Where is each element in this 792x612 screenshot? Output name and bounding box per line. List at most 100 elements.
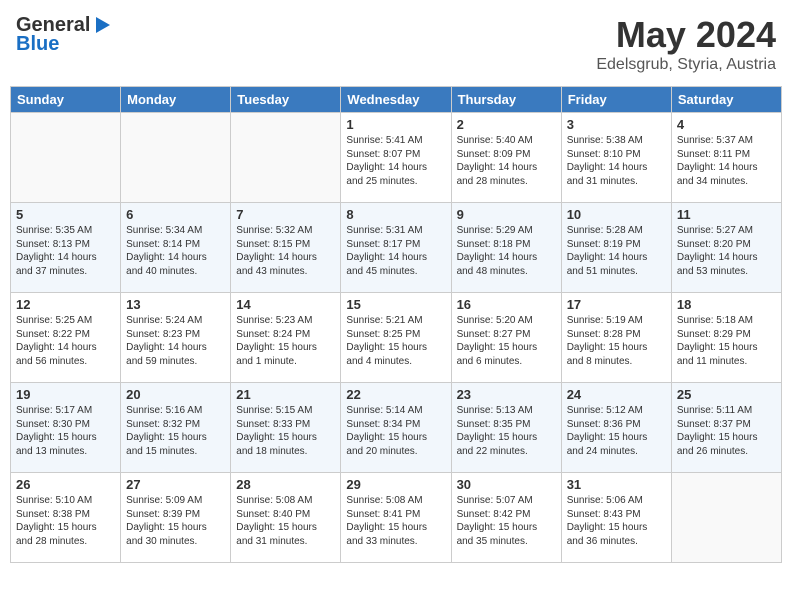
calendar-cell: 24 Sunrise: 5:12 AM Sunset: 8:36 PM Dayli… [561,383,671,473]
day-info: Sunrise: 5:28 AM Sunset: 8:19 PM Dayligh… [567,224,666,278]
calendar-cell: 11 Sunrise: 5:27 AM Sunset: 8:20 PM Dayli… [671,203,781,293]
day-number: 12 [16,297,115,312]
calendar-cell: 18 Sunrise: 5:18 AM Sunset: 8:29 PM Dayli… [671,293,781,383]
day-info: Sunrise: 5:37 AM Sunset: 8:11 PM Dayligh… [677,134,776,188]
day-number: 20 [126,387,225,402]
day-number: 25 [677,387,776,402]
day-info: Sunrise: 5:20 AM Sunset: 8:27 PM Dayligh… [457,314,556,368]
day-number: 5 [16,207,115,222]
logo-icon [92,15,114,37]
day-info: Sunrise: 5:32 AM Sunset: 8:15 PM Dayligh… [236,224,335,278]
calendar-week-1: 1 Sunrise: 5:41 AM Sunset: 8:07 PM Daylig… [11,113,782,203]
day-number: 31 [567,477,666,492]
calendar-cell: 26 Sunrise: 5:10 AM Sunset: 8:38 PM Dayli… [11,473,121,563]
day-info: Sunrise: 5:12 AM Sunset: 8:36 PM Dayligh… [567,404,666,458]
day-number: 4 [677,117,776,132]
calendar-table: SundayMondayTuesdayWednesdayThursdayFrid… [10,86,782,563]
day-info: Sunrise: 5:17 AM Sunset: 8:30 PM Dayligh… [16,404,115,458]
calendar-cell: 20 Sunrise: 5:16 AM Sunset: 8:32 PM Dayli… [121,383,231,473]
day-number: 26 [16,477,115,492]
calendar-cell: 21 Sunrise: 5:15 AM Sunset: 8:33 PM Dayli… [231,383,341,473]
day-info: Sunrise: 5:35 AM Sunset: 8:13 PM Dayligh… [16,224,115,278]
day-info: Sunrise: 5:29 AM Sunset: 8:18 PM Dayligh… [457,224,556,278]
day-number: 13 [126,297,225,312]
day-info: Sunrise: 5:15 AM Sunset: 8:33 PM Dayligh… [236,404,335,458]
day-number: 30 [457,477,556,492]
day-info: Sunrise: 5:06 AM Sunset: 8:43 PM Dayligh… [567,494,666,548]
logo-blue: Blue [16,33,59,56]
day-number: 17 [567,297,666,312]
calendar-cell: 6 Sunrise: 5:34 AM Sunset: 8:14 PM Daylig… [121,203,231,293]
logo: General Blue [16,14,114,56]
day-number: 1 [346,117,445,132]
day-info: Sunrise: 5:08 AM Sunset: 8:41 PM Dayligh… [346,494,445,548]
day-header-monday: Monday [121,87,231,113]
day-number: 6 [126,207,225,222]
page-header: General Blue May 2024 Edelsgrub, Styria,… [10,10,782,78]
calendar-cell: 15Sunrise: 5:21 AM Sunset: 8:25 PM Dayli… [341,293,451,383]
day-info: Sunrise: 5:24 AM Sunset: 8:23 PM Dayligh… [126,314,225,368]
calendar-cell: 2Sunrise: 5:40 AM Sunset: 8:09 PM Daylig… [451,113,561,203]
calendar-cell: 22 Sunrise: 5:14 AM Sunset: 8:34 PM Dayli… [341,383,451,473]
day-info: Sunrise: 5:41 AM Sunset: 8:07 PM Dayligh… [346,134,445,188]
day-number: 18 [677,297,776,312]
calendar-cell [231,113,341,203]
day-info: Sunrise: 5:07 AM Sunset: 8:42 PM Dayligh… [457,494,556,548]
day-info: Sunrise: 5:21 AM Sunset: 8:25 PM Dayligh… [346,314,445,368]
day-info: Sunrise: 5:11 AM Sunset: 8:37 PM Dayligh… [677,404,776,458]
calendar-week-3: 12 Sunrise: 5:25 AM Sunset: 8:22 PM Dayli… [11,293,782,383]
day-header-sunday: Sunday [11,87,121,113]
calendar-cell: 1 Sunrise: 5:41 AM Sunset: 8:07 PM Daylig… [341,113,451,203]
title-block: May 2024 Edelsgrub, Styria, Austria [596,14,776,74]
day-info: Sunrise: 5:25 AM Sunset: 8:22 PM Dayligh… [16,314,115,368]
day-number: 11 [677,207,776,222]
calendar-cell: 31 Sunrise: 5:06 AM Sunset: 8:43 PM Dayli… [561,473,671,563]
calendar-cell [671,473,781,563]
day-number: 19 [16,387,115,402]
calendar-cell: 29Sunrise: 5:08 AM Sunset: 8:41 PM Dayli… [341,473,451,563]
day-info: Sunrise: 5:10 AM Sunset: 8:38 PM Dayligh… [16,494,115,548]
calendar-week-2: 5 Sunrise: 5:35 AM Sunset: 8:13 PM Daylig… [11,203,782,293]
calendar-cell: 8Sunrise: 5:31 AM Sunset: 8:17 PM Daylig… [341,203,451,293]
day-header-saturday: Saturday [671,87,781,113]
day-number: 23 [457,387,556,402]
day-info: Sunrise: 5:38 AM Sunset: 8:10 PM Dayligh… [567,134,666,188]
day-info: Sunrise: 5:09 AM Sunset: 8:39 PM Dayligh… [126,494,225,548]
day-number: 10 [567,207,666,222]
day-number: 28 [236,477,335,492]
day-number: 3 [567,117,666,132]
day-info: Sunrise: 5:27 AM Sunset: 8:20 PM Dayligh… [677,224,776,278]
day-info: Sunrise: 5:19 AM Sunset: 8:28 PM Dayligh… [567,314,666,368]
calendar-cell: 12 Sunrise: 5:25 AM Sunset: 8:22 PM Dayli… [11,293,121,383]
day-number: 16 [457,297,556,312]
calendar-cell: 3 Sunrise: 5:38 AM Sunset: 8:10 PM Daylig… [561,113,671,203]
calendar-title: May 2024 [596,14,776,56]
day-number: 14 [236,297,335,312]
calendar-cell [11,113,121,203]
calendar-cell: 13 Sunrise: 5:24 AM Sunset: 8:23 PM Dayli… [121,293,231,383]
day-info: Sunrise: 5:14 AM Sunset: 8:34 PM Dayligh… [346,404,445,458]
day-info: Sunrise: 5:34 AM Sunset: 8:14 PM Dayligh… [126,224,225,278]
day-number: 27 [126,477,225,492]
day-number: 24 [567,387,666,402]
day-info: Sunrise: 5:08 AM Sunset: 8:40 PM Dayligh… [236,494,335,548]
day-header-wednesday: Wednesday [341,87,451,113]
calendar-cell: 5 Sunrise: 5:35 AM Sunset: 8:13 PM Daylig… [11,203,121,293]
day-info: Sunrise: 5:18 AM Sunset: 8:29 PM Dayligh… [677,314,776,368]
calendar-cell: 17 Sunrise: 5:19 AM Sunset: 8:28 PM Dayli… [561,293,671,383]
calendar-cell: 19 Sunrise: 5:17 AM Sunset: 8:30 PM Dayli… [11,383,121,473]
day-header-thursday: Thursday [451,87,561,113]
day-info: Sunrise: 5:40 AM Sunset: 8:09 PM Dayligh… [457,134,556,188]
calendar-cell: 23Sunrise: 5:13 AM Sunset: 8:35 PM Dayli… [451,383,561,473]
day-header-tuesday: Tuesday [231,87,341,113]
day-number: 9 [457,207,556,222]
day-number: 21 [236,387,335,402]
calendar-week-4: 19 Sunrise: 5:17 AM Sunset: 8:30 PM Dayli… [11,383,782,473]
calendar-cell: 27 Sunrise: 5:09 AM Sunset: 8:39 PM Dayli… [121,473,231,563]
day-number: 22 [346,387,445,402]
calendar-cell: 30 Sunrise: 5:07 AM Sunset: 8:42 PM Dayli… [451,473,561,563]
day-number: 8 [346,207,445,222]
day-info: Sunrise: 5:16 AM Sunset: 8:32 PM Dayligh… [126,404,225,458]
calendar-header-row: SundayMondayTuesdayWednesdayThursdayFrid… [11,87,782,113]
day-number: 7 [236,207,335,222]
